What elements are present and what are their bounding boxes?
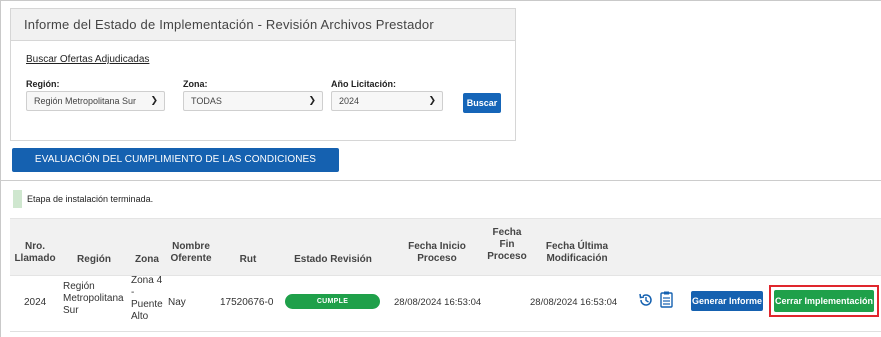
buscar-ofertas-link[interactable]: Buscar Ofertas Adjudicadas <box>26 54 149 65</box>
th-text: Llamado <box>14 253 56 264</box>
zona-select-value: TODAS <box>191 96 222 106</box>
th-nombre-oferente: Nombre Oferente <box>166 241 216 265</box>
anio-select-value: 2024 <box>339 96 360 106</box>
region-select-value: Región Metropolitana Sur <box>34 96 137 106</box>
cell-text: Sur <box>63 305 79 316</box>
cell-nro-llamado: 2024 <box>24 297 47 308</box>
panel-title: Informe del Estado de Implementación - R… <box>11 9 515 41</box>
th-text: Zona <box>135 254 159 265</box>
th-text: Modificación <box>546 253 608 264</box>
th-fecha-ultima: Fecha Última Modificación <box>530 241 624 265</box>
history-icon[interactable] <box>638 292 654 313</box>
th-fecha-fin: Fecha Fin Proceso <box>486 227 528 263</box>
buscar-button[interactable]: Buscar <box>463 93 501 113</box>
cell-text: Región <box>63 281 95 292</box>
cell-fecha-ultima: 28/08/2024 16:53:04 <box>530 297 618 308</box>
th-text: Región <box>77 254 111 265</box>
chevron-down-icon: ❯ <box>308 95 316 105</box>
cell-text: Alto <box>131 311 149 322</box>
divider <box>0 180 881 181</box>
th-text: Oferente <box>170 253 212 264</box>
search-panel: Informe del Estado de Implementación - R… <box>10 8 516 141</box>
cell-zona: Zona 4 - Puente Alto <box>131 275 163 323</box>
th-rut: Rut <box>218 254 278 266</box>
th-text: Fecha Inicio <box>408 241 466 252</box>
th-text: Fin <box>499 239 515 250</box>
cell-fecha-inicio: 28/08/2024 16:53:04 <box>394 297 482 308</box>
th-text: Proceso <box>417 253 457 264</box>
region-label: Región: <box>26 79 60 89</box>
th-nro-llamado: Nro. Llamado <box>12 241 58 265</box>
th-zona: Zona <box>130 254 164 266</box>
region-select[interactable]: Región Metropolitana Sur ❯ <box>26 91 165 111</box>
panel-body: Buscar Ofertas Adjudicadas Región: Regió… <box>11 41 515 141</box>
th-text: Nro. <box>25 241 45 252</box>
evaluacion-button[interactable]: EVALUACIÓN DEL CUMPLIMIENTO DE LAS CONDI… <box>12 148 339 189</box>
cell-text: Zona 4 <box>131 275 163 286</box>
th-text: Rut <box>239 254 257 265</box>
cell-rut: 17520676-0 <box>220 297 274 308</box>
anio-label: Año Licitación: <box>331 79 396 89</box>
clipboard-icon[interactable] <box>660 291 673 313</box>
chevron-down-icon: ❯ <box>428 95 436 105</box>
th-text: Nombre <box>172 241 210 252</box>
cell-text: - <box>131 287 135 298</box>
cell-nombre-oferente: Nay <box>168 297 186 308</box>
th-text: Estado Revisión <box>294 254 372 265</box>
th-fecha-inicio: Fecha Inicio Proceso <box>394 241 480 265</box>
zona-label: Zona: <box>183 79 208 89</box>
th-estado-revision: Estado Revisión <box>284 254 382 266</box>
zona-select[interactable]: TODAS ❯ <box>183 91 323 111</box>
cell-region: Región Metropolitana Sur <box>63 281 124 317</box>
generar-informe-button[interactable]: Generar Informe <box>691 291 763 311</box>
legend-swatch <box>13 190 22 208</box>
cell-text: Puente <box>131 299 163 310</box>
th-region: Región <box>64 254 124 266</box>
anio-select[interactable]: 2024 ❯ <box>331 91 443 111</box>
chevron-down-icon: ❯ <box>150 95 158 105</box>
cerrar-implementacion-button[interactable]: Cerrar Implementación <box>774 290 874 312</box>
legend-text: Etapa de instalación terminada. <box>27 194 154 204</box>
status-badge: CUMPLE <box>285 294 380 309</box>
th-text: Fecha <box>492 227 522 238</box>
row-divider <box>10 331 881 332</box>
cell-text: Metropolitana <box>63 293 124 304</box>
th-text: Fecha Última <box>545 241 609 252</box>
th-text: Proceso <box>487 251 527 262</box>
